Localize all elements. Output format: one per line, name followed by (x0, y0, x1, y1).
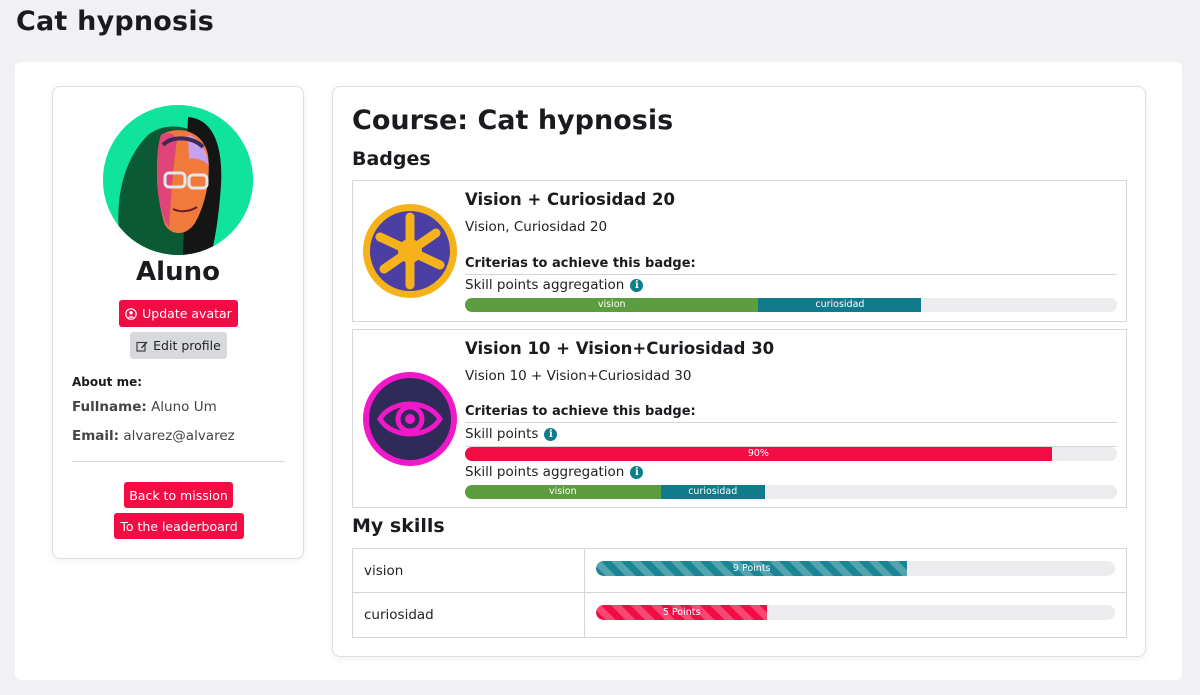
criteria-label: Skill points aggregation i (465, 277, 644, 293)
progress-segment: vision (465, 298, 759, 312)
skill-progress-fill: 9 Points (596, 561, 908, 576)
eye-icon (363, 372, 457, 466)
fullname-value: Aluno Um (151, 399, 217, 415)
progress-segment: 90% (465, 447, 1052, 461)
criteria-progress-bar: vision curiosidad (465, 485, 1117, 499)
course-title: Course: Cat hypnosis (352, 105, 674, 136)
badge-description: Vision 10 + Vision+Curiosidad 30 (465, 368, 692, 384)
column-divider (584, 593, 585, 637)
badges-title: Badges (352, 148, 431, 170)
update-avatar-label: Update avatar (142, 306, 232, 321)
email-label: Email: (72, 428, 120, 444)
criteria-label-text: Skill points aggregation (465, 464, 625, 480)
table-row: curiosidad 5 Points (353, 593, 1126, 637)
skill-progress-bar: 9 Points (596, 561, 1115, 576)
criteria-label-text: Skill points (465, 426, 539, 442)
badge-name: Vision 10 + Vision+Curiosidad 30 (465, 339, 775, 358)
criteria-label-text: Skill points aggregation (465, 277, 625, 293)
criteria-label: Skill points aggregation i (465, 464, 644, 480)
table-row: vision 9 Points (353, 549, 1126, 593)
profile-divider (72, 461, 285, 462)
email-value: alvarez@alvarez (123, 428, 235, 444)
back-to-mission-button[interactable]: Back to mission (124, 482, 233, 508)
info-icon[interactable]: i (544, 427, 558, 441)
page-title: Cat hypnosis (16, 6, 215, 37)
update-avatar-button[interactable]: Update avatar (119, 300, 238, 327)
avatar-portrait-icon (103, 105, 253, 255)
criteria-label: Skill points i (465, 426, 558, 442)
email-row: Email: alvarez@alvarez (72, 428, 235, 444)
fullname-label: Fullname: (72, 399, 147, 415)
skills-title: My skills (352, 515, 445, 537)
edit-icon (136, 341, 148, 352)
progress-segment: vision (465, 485, 661, 499)
profile-name: Aluno (136, 257, 220, 287)
edit-profile-label: Edit profile (153, 338, 221, 353)
criteria-title: Criterias to achieve this badge: (465, 256, 696, 271)
avatar (103, 105, 253, 255)
skills-table: vision 9 Points curiosidad 5 Points (352, 548, 1127, 638)
criteria-progress-bar: vision curiosidad (465, 298, 1117, 312)
badge-name: Vision + Curiosidad 20 (465, 190, 675, 209)
hands-together-icon (363, 204, 457, 298)
info-icon[interactable]: i (630, 278, 644, 292)
profile-card: Aluno Update avatar Edit profile About m… (52, 86, 304, 559)
badge-card: Vision 10 + Vision+Curiosidad 30 Vision … (352, 329, 1127, 508)
progress-segment: curiosidad (660, 485, 765, 499)
about-title: About me: (72, 375, 143, 389)
edit-profile-button[interactable]: Edit profile (130, 332, 227, 359)
skill-name: curiosidad (364, 607, 434, 623)
user-circle-icon (125, 307, 137, 320)
leaderboard-button[interactable]: To the leaderboard (114, 513, 244, 539)
course-card: Course: Cat hypnosis Badges Vision + Cur… (332, 86, 1146, 657)
criteria-title: Criterias to achieve this badge: (465, 404, 696, 419)
column-divider (584, 549, 585, 592)
skill-progress-bar: 5 Points (596, 605, 1115, 620)
criteria-divider (465, 422, 1117, 423)
skill-progress-fill: 5 Points (596, 605, 768, 620)
info-icon[interactable]: i (630, 465, 644, 479)
badge-description: Vision, Curiosidad 20 (465, 219, 608, 235)
badge-card: Vision + Curiosidad 20 Vision, Curiosida… (352, 180, 1127, 322)
criteria-progress-bar: 90% (465, 447, 1117, 461)
fullname-row: Fullname: Aluno Um (72, 399, 217, 415)
progress-segment: curiosidad (758, 298, 922, 312)
criteria-divider (465, 274, 1117, 275)
skill-name: vision (364, 563, 404, 579)
